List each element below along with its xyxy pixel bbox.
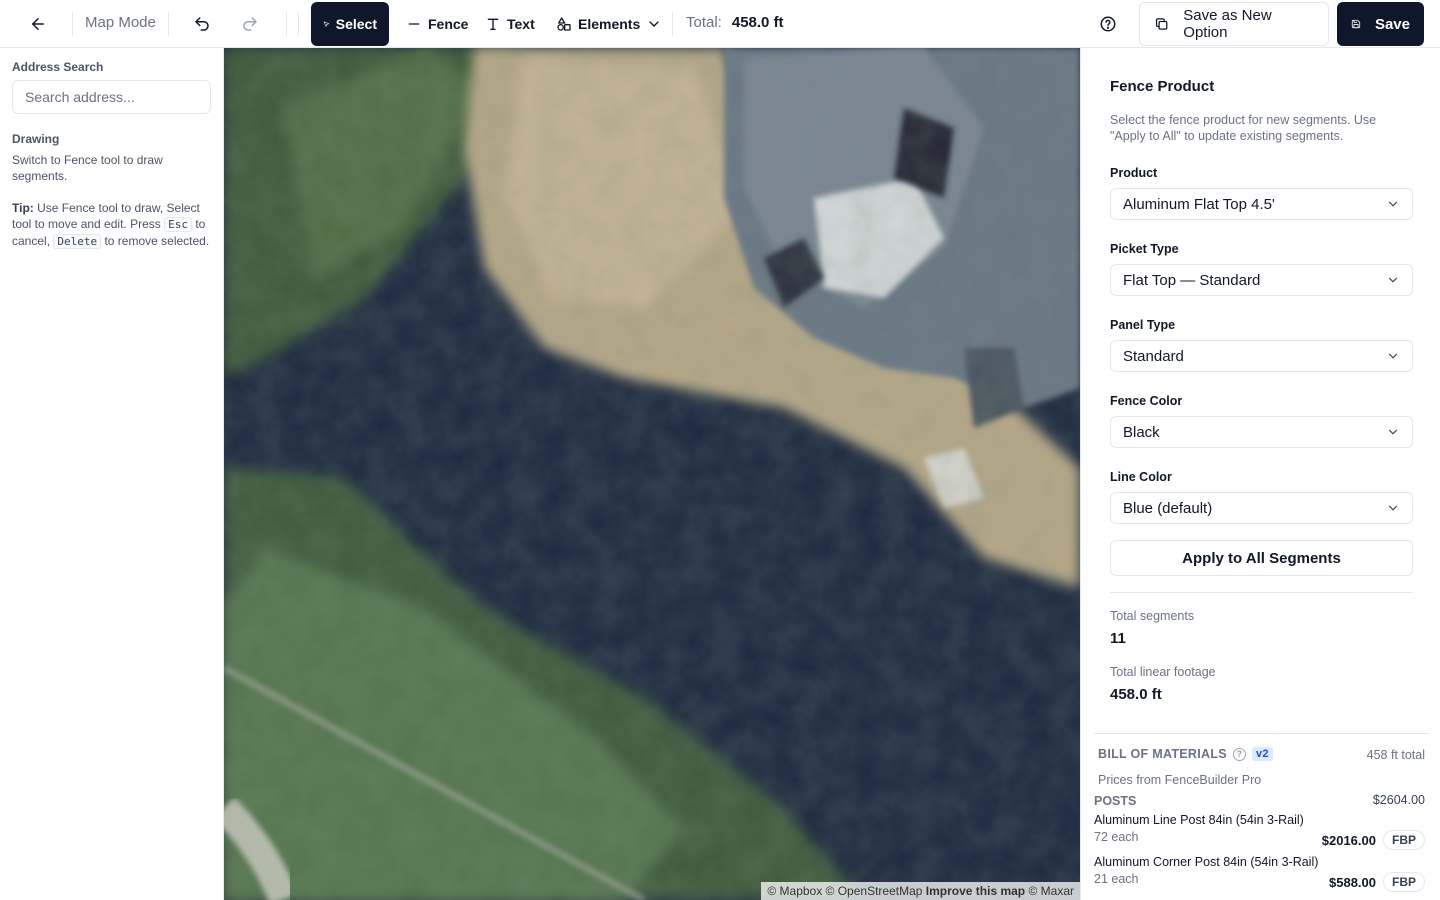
product-select[interactable]: Aluminum Flat Top 4.5'	[1110, 188, 1413, 220]
bom-item-qty: 21 each	[1094, 872, 1139, 886]
text-icon	[487, 18, 499, 30]
fence-color-value: Black	[1123, 423, 1160, 441]
total-readout: Total: 458.0 ft	[686, 14, 784, 31]
improve-map-link[interactable]: Improve this map	[926, 884, 1025, 898]
save-as-new-option-button[interactable]: Save as New Option	[1139, 2, 1329, 46]
picket-type-label: Picket Type	[1110, 242, 1179, 256]
esc-key: Esc	[164, 217, 192, 232]
total-segments-value: 11	[1110, 630, 1126, 647]
fence-color-select[interactable]: Black	[1110, 416, 1413, 448]
bom-item: Aluminum Corner Post 84in (54in 3-Rail) …	[1094, 855, 1429, 895]
total-footage-value: 458.0 ft	[1110, 686, 1162, 703]
tip-text: Tip: Use Fence tool to draw, Select tool…	[12, 200, 211, 250]
satellite-map[interactable]: © Mapbox © OpenStreetMap Improve this ma…	[224, 48, 1080, 900]
minus-icon	[408, 23, 420, 25]
total-footage-label: Total linear footage	[1110, 665, 1216, 679]
panel-type-value: Standard	[1123, 347, 1184, 365]
bom-item-name: Aluminum Line Post 84in (54in 3-Rail)	[1094, 813, 1304, 827]
panel-type-label: Panel Type	[1110, 318, 1176, 332]
chevron-down-icon	[1388, 277, 1398, 283]
select-tool-button[interactable]: Select	[311, 2, 389, 46]
help-circle-icon[interactable]: ?	[1232, 747, 1246, 761]
elements-dropdown-button[interactable]: Elements	[544, 2, 674, 46]
picket-type-select[interactable]: Flat Top — Standard	[1110, 264, 1413, 296]
total-value: 458.0 ft	[731, 14, 784, 31]
text-tool-label: Text	[507, 16, 535, 32]
bom-price-source: Prices from FenceBuilder Pro	[1098, 773, 1262, 787]
attribution-maxar: © Maxar	[1028, 884, 1074, 898]
right-panel: Fence Product Select the fence product f…	[1080, 48, 1440, 900]
divider	[1110, 592, 1413, 593]
bom-item-name: Aluminum Corner Post 84in (54in 3-Rail)	[1094, 855, 1319, 869]
arrow-left-icon	[32, 18, 44, 30]
bom-item: Aluminum Line Post 84in (54in 3-Rail) 72…	[1094, 813, 1429, 853]
left-panel: Address Search Search address... Drawing…	[0, 48, 224, 900]
bom-category-label: POSTS	[1094, 794, 1137, 808]
address-search-input[interactable]: Search address...	[12, 80, 211, 114]
bom-item-price: $588.00	[1329, 875, 1376, 890]
save-icon	[1351, 19, 1361, 29]
apply-to-all-segments-button[interactable]: Apply to All Segments	[1110, 540, 1413, 576]
fence-tool-button[interactable]: Fence	[394, 2, 480, 46]
bom-item-source-tag[interactable]: FBP	[1383, 830, 1425, 850]
save-button[interactable]: Save	[1337, 2, 1424, 46]
save-as-new-option-label: Save as New Option	[1183, 7, 1272, 41]
tip-bold: Tip:	[12, 201, 34, 215]
bom-title: BILL OF MATERIALS	[1098, 747, 1227, 761]
back-button[interactable]	[20, 6, 56, 42]
bom-divider	[1094, 733, 1429, 734]
delete-key: Delete	[53, 234, 102, 249]
line-color-label: Line Color	[1110, 470, 1172, 484]
elements-tool-label: Elements	[578, 16, 641, 32]
fence-product-description: Select the fence product for new segment…	[1110, 113, 1377, 143]
total-segments-label: Total segments	[1110, 609, 1195, 623]
product-value: Aluminum Flat Top 4.5'	[1123, 195, 1275, 213]
help-circle-icon	[1100, 16, 1116, 32]
toolbar: Map Mode Select Fence Text Elements Tota…	[0, 0, 1440, 48]
redo-button[interactable]	[232, 6, 268, 42]
product-label: Product	[1110, 166, 1158, 180]
map-attribution: © Mapbox © OpenStreetMap Improve this ma…	[761, 882, 1080, 900]
undo-icon	[195, 17, 209, 31]
bom-category-posts: POSTS $2604.00	[1094, 793, 1429, 809]
bom-category-total: $2604.00	[1372, 793, 1425, 807]
picket-type-value: Flat Top — Standard	[1123, 271, 1261, 289]
drawing-label: Drawing	[12, 132, 60, 146]
map-mode-label: Map Mode	[85, 14, 156, 31]
chevron-down-icon	[1388, 201, 1398, 207]
line-color-value: Blue (default)	[1123, 499, 1213, 517]
attribution-text: © Mapbox © OpenStreetMap	[767, 884, 923, 898]
bom-item-price: $2016.00	[1321, 833, 1376, 848]
chevron-down-icon	[1388, 353, 1398, 359]
bom-item-qty: 72 each	[1094, 830, 1139, 844]
fence-product-title: Fence Product	[1110, 78, 1215, 95]
select-tool-label: Select	[335, 16, 377, 32]
bom-total: 458 ft total	[1366, 748, 1425, 762]
redo-icon	[243, 17, 257, 31]
panel-type-select[interactable]: Standard	[1110, 340, 1413, 372]
text-tool-button[interactable]: Text	[473, 2, 547, 46]
bom-version-badge: v2	[1251, 747, 1273, 761]
address-search-label: Address Search	[12, 60, 104, 74]
shapes-icon	[557, 17, 571, 31]
copy-icon	[1155, 18, 1168, 30]
help-button[interactable]	[1090, 6, 1126, 42]
bom-header: BILL OF MATERIALS ? v2 458 ft total	[1094, 747, 1429, 765]
chevron-down-icon	[1388, 505, 1398, 511]
drawing-instructions: Switch to Fence tool to draw segments.	[12, 153, 163, 183]
chevron-down-icon	[649, 21, 659, 27]
fence-tool-label: Fence	[428, 16, 469, 32]
satellite-imagery	[224, 48, 1080, 900]
tip-part-3: to remove selected.	[104, 234, 210, 248]
fence-color-label: Fence Color	[1110, 394, 1183, 408]
chevron-down-icon	[1388, 429, 1398, 435]
total-label: Total:	[686, 14, 722, 31]
undo-button[interactable]	[184, 6, 220, 42]
save-label: Save	[1374, 15, 1410, 33]
bom-item-source-tag[interactable]: FBP	[1383, 872, 1425, 892]
line-color-select[interactable]: Blue (default)	[1110, 492, 1413, 524]
cursor-icon	[323, 21, 330, 27]
